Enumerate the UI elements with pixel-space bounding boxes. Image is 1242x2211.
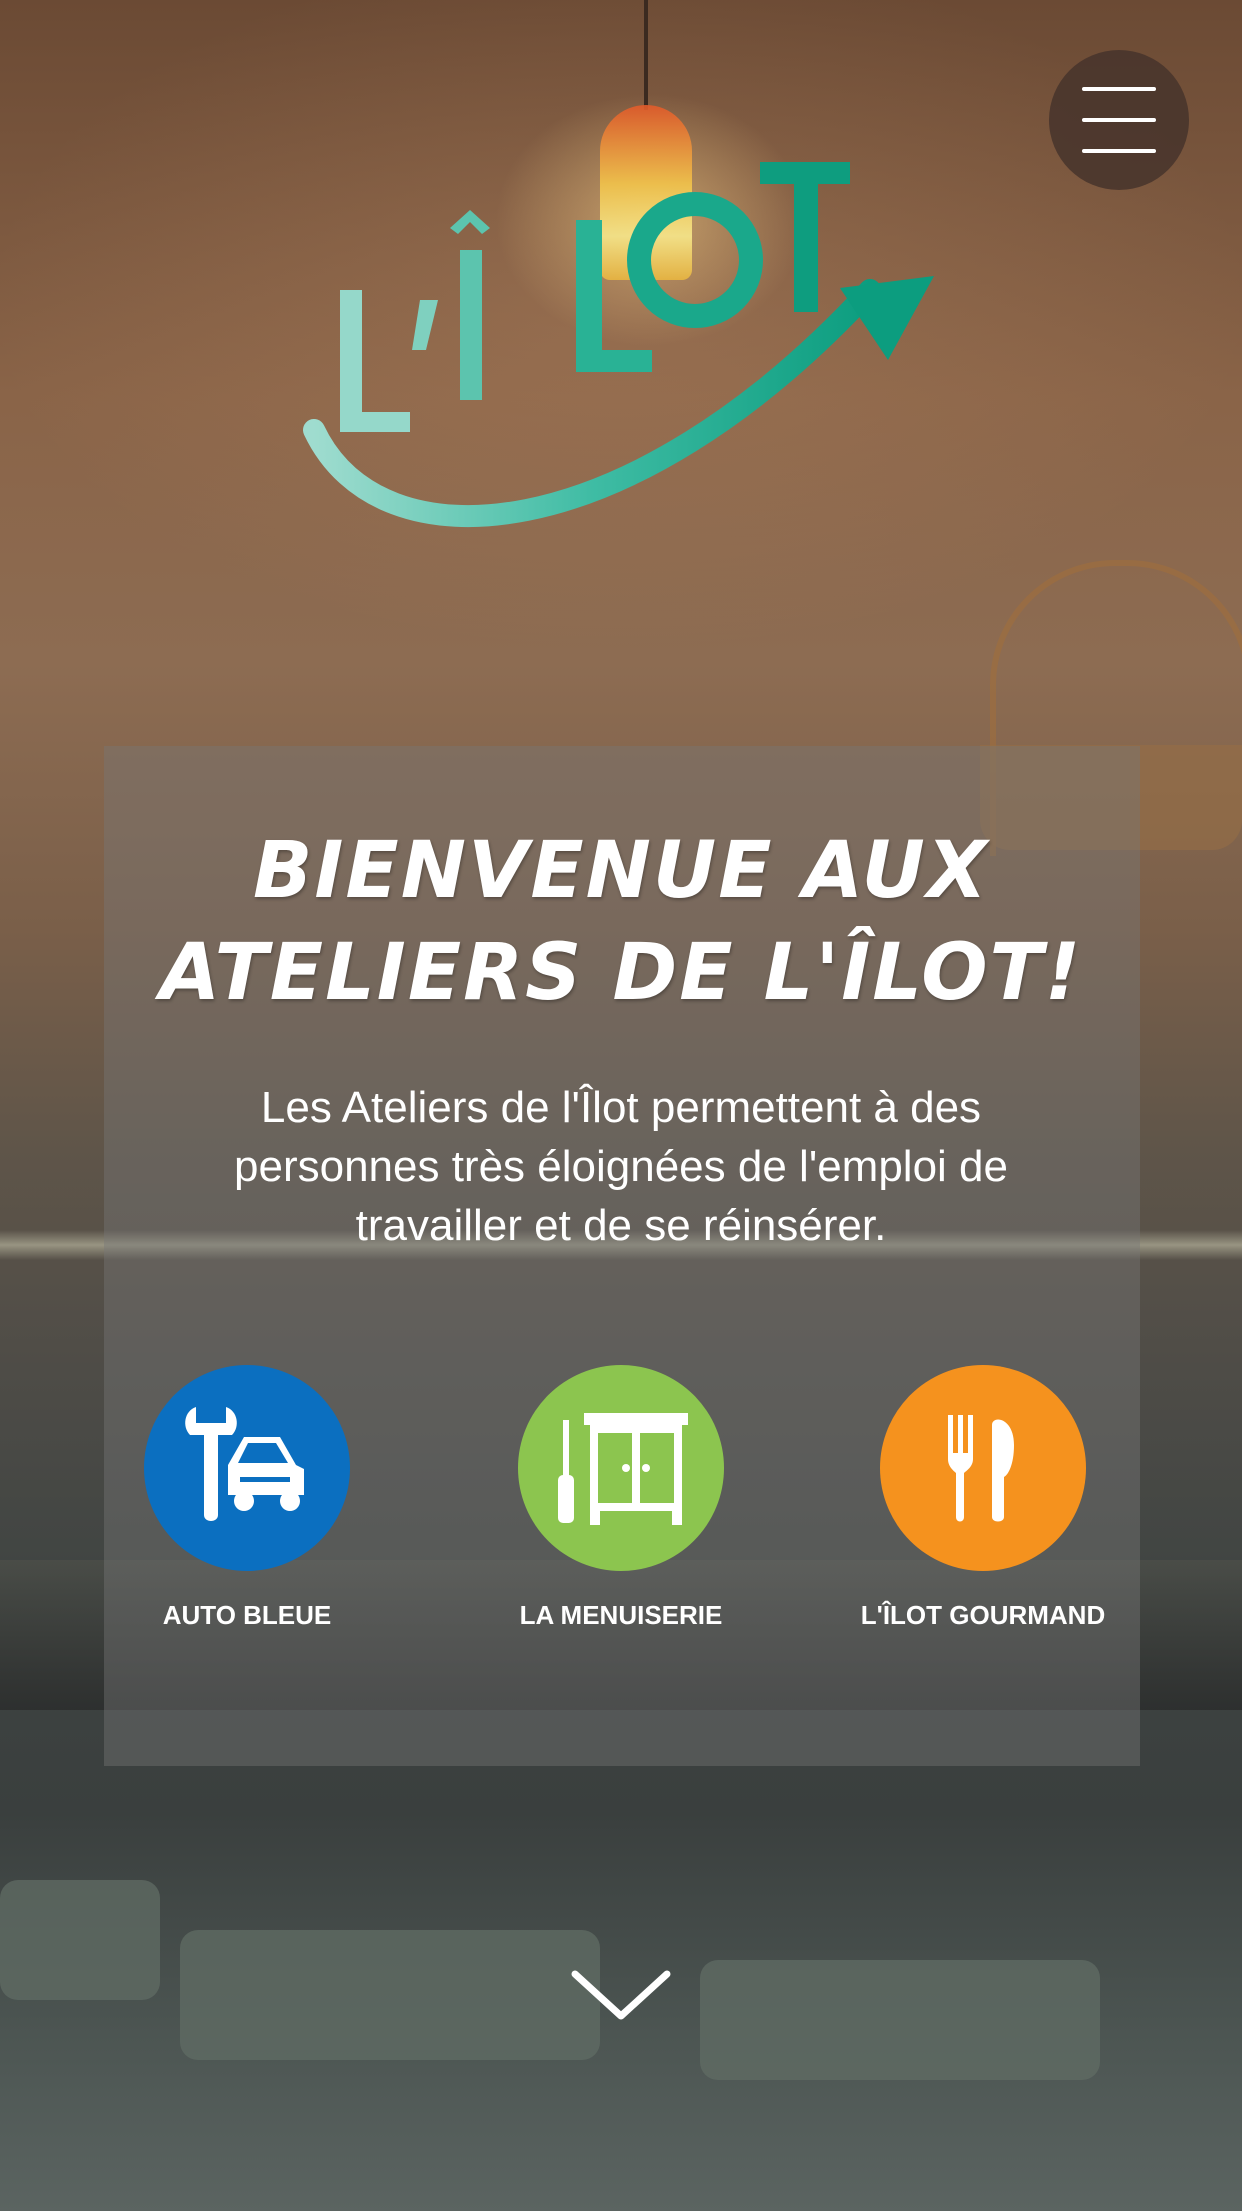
background-chair — [0, 1880, 160, 2000]
page-title-line1: Bienvenue aux — [252, 826, 990, 916]
workshop-ilot-gourmand[interactable]: L'ÎLOT GOURMAND — [853, 1365, 1113, 1631]
scroll-down-button[interactable] — [571, 1968, 671, 2024]
background-lamp-cord — [644, 0, 648, 110]
workshop-label: LA MENUISERIE — [519, 1600, 723, 1630]
workshop-la-menuiserie[interactable]: LA MENUISERIE — [491, 1365, 751, 1631]
page-title-line2: ateliers de l'Îlot! — [159, 928, 1083, 1018]
workshop-label: L'ÎLOT GOURMAND — [860, 1600, 1106, 1630]
workshop-icon-circle — [880, 1365, 1086, 1571]
page-title: Bienvenue aux ateliers de l'Îlot! — [0, 820, 1242, 1024]
chevron-down-icon — [571, 1970, 671, 2020]
cupboard-screwdriver-icon — [558, 1413, 688, 1525]
hamburger-menu-icon — [1082, 118, 1156, 122]
logo-graphic — [303, 162, 934, 528]
menu-button[interactable] — [1049, 50, 1189, 190]
welcome-description: Les Ateliers de l'Îlot permettent à des … — [234, 1083, 1008, 1250]
fork-knife-icon — [948, 1415, 1014, 1522]
site-logo[interactable] — [300, 150, 940, 570]
workshop-icon-circle — [144, 1365, 350, 1571]
hamburger-menu-icon — [1082, 87, 1156, 91]
workshop-label: AUTO BLEUE — [162, 1600, 332, 1630]
hamburger-menu-icon — [1082, 149, 1156, 153]
wrench-car-icon — [185, 1407, 304, 1521]
background-chair — [180, 1930, 600, 2060]
background-chair — [700, 1960, 1100, 2080]
workshop-icon-circle — [518, 1365, 724, 1571]
workshop-auto-bleue[interactable]: AUTO BLEUE — [117, 1365, 377, 1631]
